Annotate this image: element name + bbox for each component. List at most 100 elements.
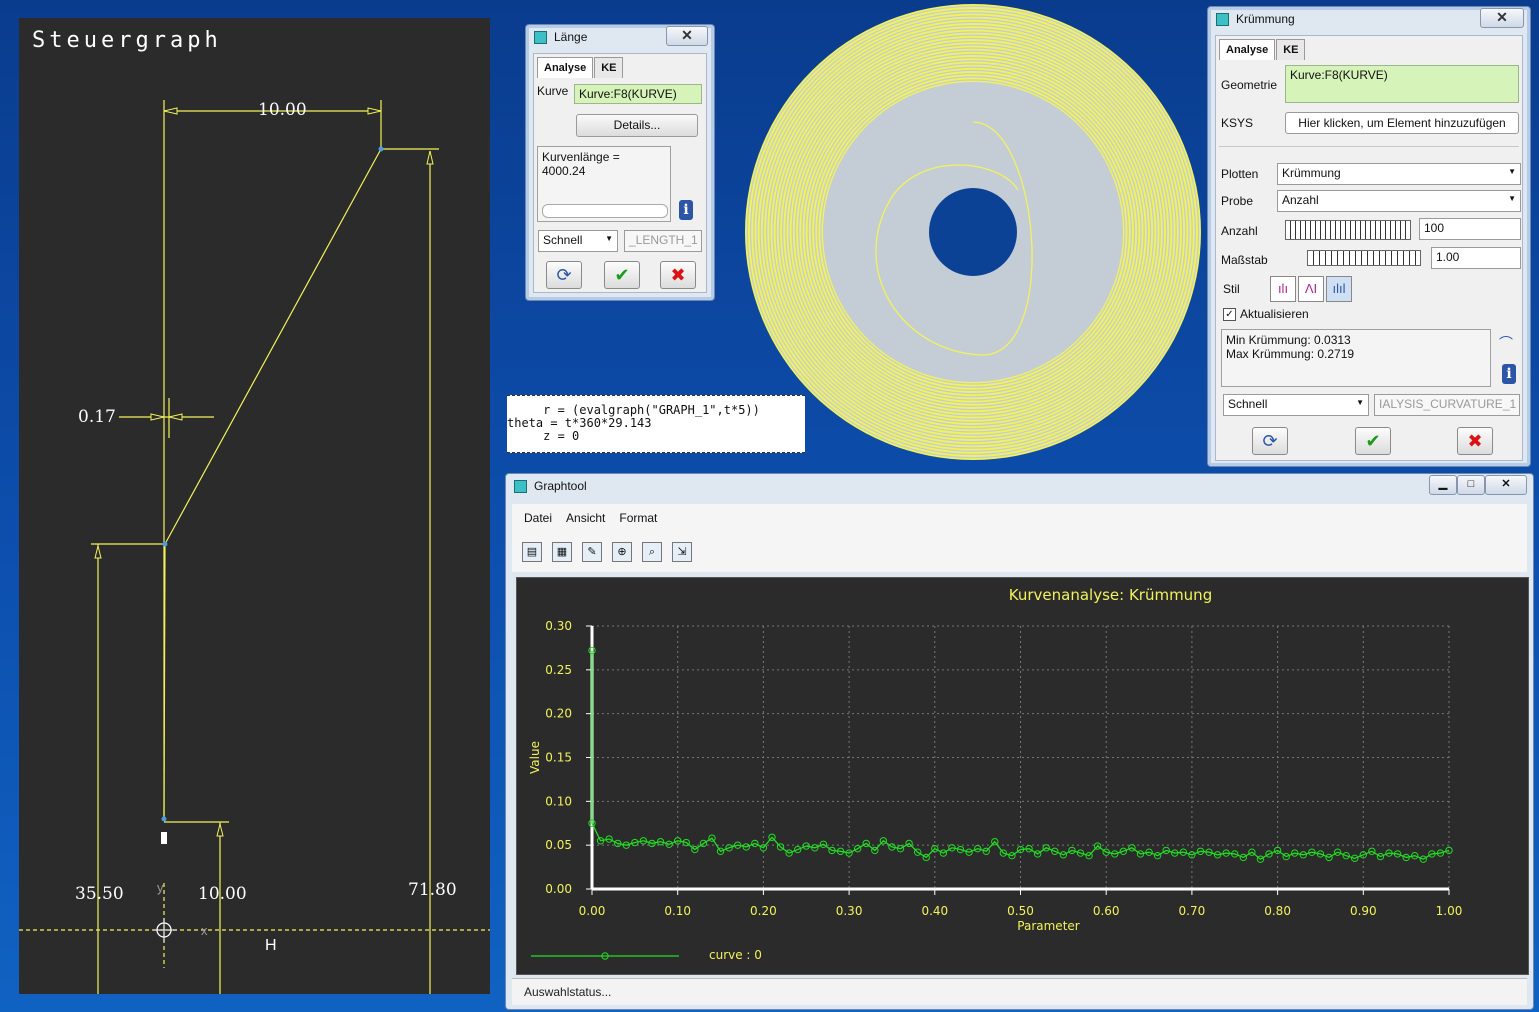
x-tick-label: 0.00 xyxy=(579,904,606,918)
x-tick-label: 0.10 xyxy=(664,904,691,918)
menubar: Datei Ansicht Format xyxy=(512,504,1527,532)
info-icon[interactable]: i xyxy=(679,200,693,220)
grid-icon[interactable]: ▦ xyxy=(552,542,572,562)
menu-format[interactable]: Format xyxy=(619,511,657,525)
tab-analyse[interactable]: Analyse xyxy=(1219,39,1276,60)
cancel-x-icon[interactable]: ✖ xyxy=(1457,427,1493,455)
plot-area[interactable]: 0.00 0.10 0.20 0.30 0.40 0.50 0.60 0.70 0.80 0.90… xyxy=(516,577,1529,975)
laenge-dialog: Länge ✕ Analyse KE Kurve Kurve:F8(KURVE)… xyxy=(525,24,715,301)
x-tick-label: 0.30 xyxy=(836,904,863,918)
minimize-icon[interactable]: ▁ xyxy=(1429,475,1457,495)
zoom-in-icon[interactable]: ⊕ xyxy=(612,542,632,562)
x-axis-label: Parameter xyxy=(1017,919,1079,933)
app-icon xyxy=(514,479,527,493)
axis-h-label: H xyxy=(265,937,277,954)
graphtool-titlebar[interactable]: Graphtool xyxy=(506,474,1533,498)
legend-label: curve : 0 xyxy=(709,948,762,962)
print-icon[interactable]: ▤ xyxy=(522,542,542,562)
graphtool-title: Graphtool xyxy=(534,479,587,493)
axis-x-label: x xyxy=(201,923,208,938)
y-tick-label: 0.00 xyxy=(545,882,572,896)
min-curvature: Min Krümmung: 0.0313 xyxy=(1226,333,1351,347)
plotten-label: Plotten xyxy=(1221,167,1259,181)
y-axis-label: Value xyxy=(528,741,542,774)
cancel-x-icon[interactable]: ✖ xyxy=(660,261,696,289)
aktualisieren-checkbox[interactable]: ✓ xyxy=(1223,308,1236,321)
laenge-title: Länge xyxy=(554,30,588,44)
maximize-icon[interactable]: □ xyxy=(1457,475,1485,495)
probe-label: Probe xyxy=(1221,194,1254,208)
close-icon[interactable]: ✕ xyxy=(1485,475,1527,495)
x-tick-label: 0.40 xyxy=(921,904,948,918)
style-wave-icon[interactable]: ılı xyxy=(1270,276,1296,302)
edit-icon[interactable]: ✎ xyxy=(582,542,602,562)
max-curvature: Max Krümmung: 0.2719 xyxy=(1226,347,1355,361)
axis-y-label: y xyxy=(157,880,164,895)
y-tick-label: 0.10 xyxy=(545,794,572,808)
horizontal-scrollbar[interactable] xyxy=(542,204,668,218)
x-tick-label: 0.50 xyxy=(1007,904,1034,918)
tab-analyse[interactable]: Analyse xyxy=(537,57,594,78)
ksys-label: KSYS xyxy=(1221,116,1254,130)
ksys-add-button[interactable]: Hier klicken, um Element hinzuzufügen xyxy=(1285,112,1519,134)
anzahl-input[interactable]: 100 xyxy=(1419,218,1521,240)
tab-ke[interactable]: KE xyxy=(1276,39,1306,60)
menu-datei[interactable]: Datei xyxy=(524,511,552,525)
repeat-icon[interactable]: ⟳ xyxy=(1252,427,1288,455)
kurve-field[interactable]: Kurve:F8(KURVE) xyxy=(574,84,702,104)
close-icon[interactable]: ✕ xyxy=(1480,8,1524,28)
steuergraph-panel: Steuergraph 10.00 0.17 35.50 10.00 71.80… xyxy=(19,18,490,994)
close-icon[interactable]: ✕ xyxy=(666,26,708,46)
y-tick-label: 0.15 xyxy=(545,751,572,765)
geometrie-label: Geometrie xyxy=(1221,78,1278,92)
x-tick-label: 0.90 xyxy=(1350,904,1377,918)
aktualisieren-label: Aktualisieren xyxy=(1240,307,1309,321)
formula-line: z = 0 xyxy=(507,429,580,443)
kurve-label: Kurve xyxy=(537,84,569,98)
result-textbox: Kurvenlänge = 4000.24 xyxy=(537,146,671,222)
y-tick-label: 0.25 xyxy=(545,663,572,677)
dim-mid[interactable]: 10.00 xyxy=(198,884,247,904)
chart-icon[interactable]: ⌒ xyxy=(1499,333,1517,351)
repeat-icon[interactable]: ⟳ xyxy=(546,261,582,289)
style-peak-icon[interactable]: ΛΙ xyxy=(1298,276,1324,302)
info-icon[interactable]: i xyxy=(1502,364,1516,384)
name-field[interactable]: IALYSIS_CURVATURE_1 xyxy=(1374,394,1520,416)
toolbar: ▤ ▦ ✎ ⊕ ⌕ ⇲ xyxy=(512,532,1527,572)
tab-ke[interactable]: KE xyxy=(594,57,624,78)
x-tick-label: 0.60 xyxy=(1093,904,1120,918)
massstab-slider[interactable] xyxy=(1307,250,1421,266)
curvature-chart[interactable]: 0.00 0.10 0.20 0.30 0.40 0.50 0.60 0.70 0.80 0.90… xyxy=(517,578,1528,974)
app-icon xyxy=(1216,12,1229,26)
zoom-fit-icon[interactable]: ⌕ xyxy=(642,542,662,562)
stil-label: Stil xyxy=(1223,282,1240,296)
export-icon[interactable]: ⇲ xyxy=(672,542,692,562)
dim-right[interactable]: 71.80 xyxy=(408,880,457,900)
speed-select[interactable]: Schnell ▼ xyxy=(1223,394,1369,416)
name-field[interactable]: _LENGTH_1 xyxy=(624,230,702,252)
massstab-input[interactable]: 1.00 xyxy=(1431,247,1521,269)
speed-select[interactable]: Schnell ▼ xyxy=(538,230,618,252)
probe-select[interactable]: Anzahl ▼ xyxy=(1277,190,1521,212)
plotten-select[interactable]: Krümmung ▼ xyxy=(1277,163,1521,185)
dim-offset[interactable]: 0.17 xyxy=(78,407,116,427)
dim-left[interactable]: 35.50 xyxy=(75,884,124,904)
dim-top-width[interactable]: 10.00 xyxy=(258,100,307,120)
spiral-curve[interactable] xyxy=(740,0,1210,470)
graph-segment-upper xyxy=(164,148,382,545)
style-bars-icon[interactable]: ılıl xyxy=(1326,276,1352,302)
details-button[interactable]: Details... xyxy=(576,114,698,137)
graphtool-window: Graphtool ▁ □ ✕ Datei Ansicht Format ▤ ▦… xyxy=(505,473,1534,1010)
massstab-label: Maßstab xyxy=(1221,253,1268,267)
x-tick-label: 0.80 xyxy=(1264,904,1291,918)
ok-check-icon[interactable]: ✔ xyxy=(604,261,640,289)
chart-title: Kurvenanalyse: Krümmung xyxy=(1009,586,1212,604)
y-tick-label: 0.05 xyxy=(545,838,572,852)
curvature-result: Min Krümmung: 0.0313 Max Krümmung: 0.271… xyxy=(1221,329,1491,387)
menu-ansicht[interactable]: Ansicht xyxy=(566,511,605,525)
anzahl-label: Anzahl xyxy=(1221,224,1258,238)
geometrie-field[interactable]: Kurve:F8(KURVE) xyxy=(1285,65,1519,103)
ok-check-icon[interactable]: ✔ xyxy=(1355,427,1391,455)
anzahl-slider[interactable] xyxy=(1285,220,1411,240)
steuergraph-sketch[interactable] xyxy=(19,18,490,994)
